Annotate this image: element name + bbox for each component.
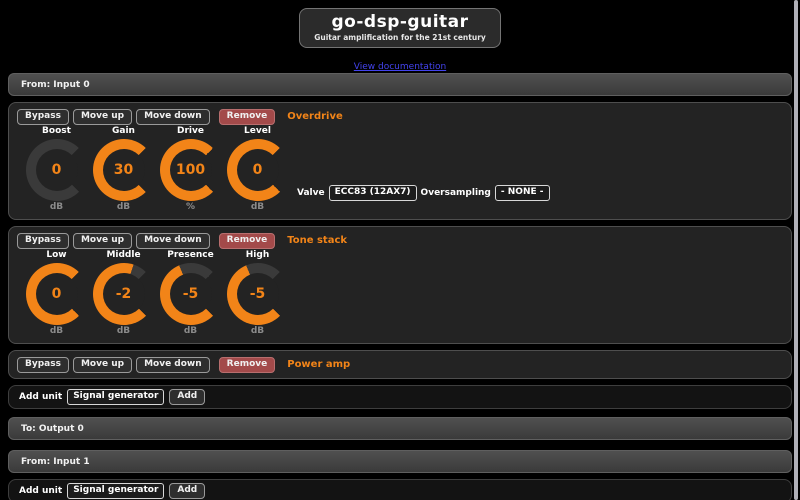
move-up-button[interactable]: Move up bbox=[72, 356, 133, 373]
knob-unit-label: dB bbox=[116, 202, 131, 212]
knob-drive: Drive 100 % bbox=[157, 126, 224, 214]
overdrive-knob-row: Boost 0 dB Gain 30 dB Drive 100 % Level … bbox=[23, 126, 783, 214]
knob-dial[interactable]: 0 bbox=[226, 139, 289, 201]
knob-value: 30 bbox=[113, 162, 134, 178]
knob-face: -5 bbox=[236, 273, 279, 315]
knob-dial[interactable]: 0 bbox=[25, 263, 88, 325]
knob-value: -5 bbox=[182, 286, 199, 302]
unit-type-select[interactable]: Signal generator bbox=[67, 389, 165, 405]
knob-face: 100 bbox=[169, 149, 212, 191]
knob-value: 0 bbox=[252, 162, 263, 178]
knob-label: Level bbox=[244, 126, 271, 136]
view-documentation-link[interactable]: View documentation bbox=[354, 62, 446, 72]
from-input-0-bar: From: Input 0 bbox=[8, 73, 792, 96]
knob-unit-label: dB bbox=[116, 326, 131, 336]
add-button[interactable]: Add bbox=[169, 389, 206, 405]
knob-dial[interactable]: -2 bbox=[92, 263, 155, 325]
knob-unit-label: dB bbox=[250, 326, 265, 336]
knob-dial[interactable]: -5 bbox=[226, 263, 289, 325]
knob-unit-label: dB bbox=[49, 202, 64, 212]
knob-face: 0 bbox=[35, 149, 78, 191]
unit-name-tone-stack: Tone stack bbox=[287, 235, 348, 246]
to-output-0-bar: To: Output 0 bbox=[8, 417, 792, 440]
bypass-button[interactable]: Bypass bbox=[17, 232, 69, 249]
knob-face: 30 bbox=[102, 149, 145, 191]
knob-face: -2 bbox=[102, 273, 145, 315]
remove-button[interactable]: Remove bbox=[218, 232, 276, 249]
from-input-1-label: From: Input 1 bbox=[21, 456, 90, 467]
remove-button[interactable]: Remove bbox=[218, 356, 276, 373]
knob-high: High -5 dB bbox=[224, 250, 291, 338]
knob-label: Middle bbox=[106, 250, 141, 260]
knob-face: 0 bbox=[35, 273, 78, 315]
knob-presence: Presence -5 dB bbox=[157, 250, 224, 338]
to-output-0-label: To: Output 0 bbox=[21, 423, 84, 434]
knob-dial[interactable]: 100 bbox=[159, 139, 222, 201]
unit-name-overdrive: Overdrive bbox=[287, 111, 343, 122]
valve-row: Valve ECC83 (12AX7) Oversampling - NONE … bbox=[297, 185, 550, 201]
knob-value: -5 bbox=[249, 286, 266, 302]
knob-label: Boost bbox=[42, 126, 71, 136]
move-down-button[interactable]: Move down bbox=[136, 356, 210, 373]
knob-gain: Gain 30 dB bbox=[90, 126, 157, 214]
knob-unit-label: dB bbox=[183, 326, 198, 336]
add-button[interactable]: Add bbox=[169, 483, 206, 499]
knob-label: Drive bbox=[177, 126, 204, 136]
knob-value: -2 bbox=[115, 286, 132, 302]
knob-low: Low 0 dB bbox=[23, 250, 90, 338]
unit-type-select[interactable]: Signal generator bbox=[67, 483, 165, 499]
from-input-1-bar: From: Input 1 bbox=[8, 450, 792, 473]
move-down-button[interactable]: Move down bbox=[136, 232, 210, 249]
add-unit-label: Add unit bbox=[19, 486, 63, 496]
unit-panel-tone-stack: Bypass Move up Move down Remove Tone sta… bbox=[8, 226, 792, 344]
title-box: go-dsp-guitar Guitar amplification for t… bbox=[299, 8, 501, 48]
move-up-button[interactable]: Move up bbox=[72, 108, 133, 125]
knob-label: High bbox=[245, 250, 270, 260]
knob-dial[interactable]: 30 bbox=[92, 139, 155, 201]
knob-label: Low bbox=[46, 250, 67, 260]
vertical-scrollbar[interactable] bbox=[794, 0, 798, 500]
doc-link-row: View documentation bbox=[8, 54, 792, 72]
knob-unit-label: dB bbox=[49, 326, 64, 336]
add-unit-panel-1: Add unit Signal generator Add bbox=[8, 479, 792, 500]
knob-dial[interactable]: 0 bbox=[25, 139, 88, 201]
app-title: go-dsp-guitar bbox=[331, 12, 469, 32]
knob-value: 100 bbox=[175, 162, 206, 178]
app-subtitle: Guitar amplification for the 21st centur… bbox=[314, 33, 486, 42]
knob-face: -5 bbox=[169, 273, 212, 315]
knob-unit-label: dB bbox=[250, 202, 265, 212]
knob-unit-label: % bbox=[185, 202, 196, 212]
move-down-button[interactable]: Move down bbox=[136, 108, 210, 125]
move-up-button[interactable]: Move up bbox=[72, 232, 133, 249]
valve-label: Valve bbox=[297, 188, 325, 198]
knob-label: Presence bbox=[167, 250, 214, 260]
valve-select[interactable]: ECC83 (12AX7) bbox=[328, 185, 417, 201]
knob-label: Gain bbox=[112, 126, 135, 136]
knob-face: 0 bbox=[236, 149, 279, 191]
knob-value: 0 bbox=[51, 286, 62, 302]
oversampling-label: Oversampling bbox=[420, 188, 491, 198]
knob-dial[interactable]: -5 bbox=[159, 263, 222, 325]
power-amp-button-row: Bypass Move up Move down Remove Power am… bbox=[17, 356, 783, 373]
masthead: go-dsp-guitar Guitar amplification for t… bbox=[8, 8, 792, 48]
unit-name-power-amp: Power amp bbox=[287, 359, 351, 370]
knob-middle: Middle -2 dB bbox=[90, 250, 157, 338]
add-unit-panel-0: Add unit Signal generator Add bbox=[8, 385, 792, 409]
app-page: go-dsp-guitar Guitar amplification for t… bbox=[0, 0, 800, 500]
oversampling-select[interactable]: - NONE - bbox=[494, 185, 550, 201]
knob-value: 0 bbox=[51, 162, 62, 178]
tone-stack-knob-row: Low 0 dB Middle -2 dB Presence -5 dB Hig… bbox=[23, 250, 783, 338]
knob-level: Level 0 dB bbox=[224, 126, 291, 214]
tone-stack-button-row: Bypass Move up Move down Remove Tone sta… bbox=[17, 232, 783, 249]
unit-panel-power-amp: Bypass Move up Move down Remove Power am… bbox=[8, 350, 792, 379]
remove-button[interactable]: Remove bbox=[218, 108, 276, 125]
overdrive-button-row: Bypass Move up Move down Remove Overdriv… bbox=[17, 108, 783, 125]
add-unit-label: Add unit bbox=[19, 392, 63, 402]
from-input-0-label: From: Input 0 bbox=[21, 79, 90, 90]
knob-boost: Boost 0 dB bbox=[23, 126, 90, 214]
unit-panel-overdrive: Bypass Move up Move down Remove Overdriv… bbox=[8, 102, 792, 220]
bypass-button[interactable]: Bypass bbox=[17, 356, 69, 373]
bypass-button[interactable]: Bypass bbox=[17, 108, 69, 125]
